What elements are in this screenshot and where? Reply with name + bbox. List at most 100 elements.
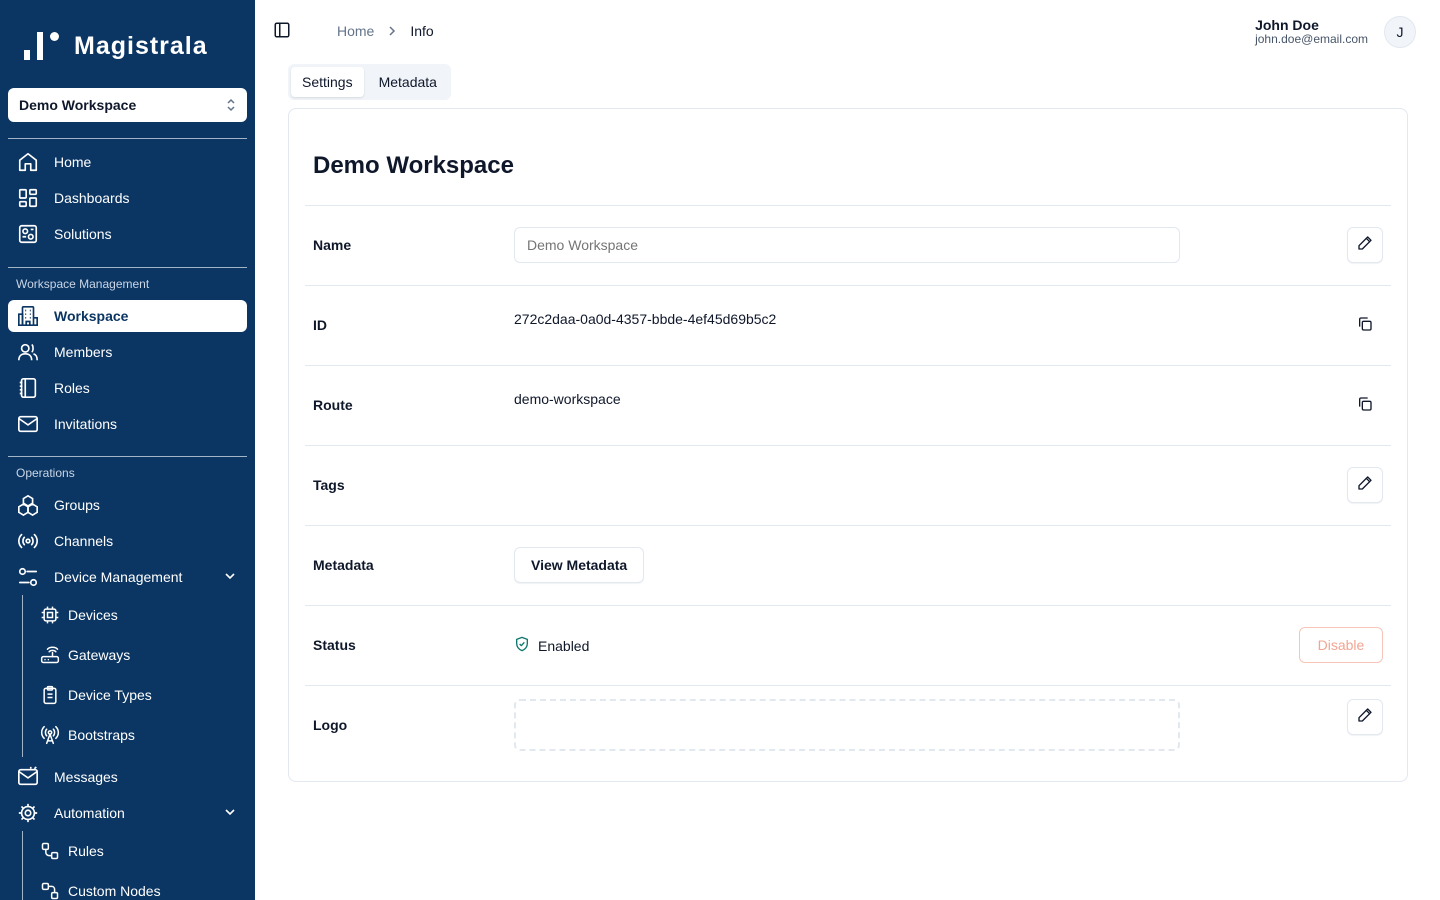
edit-tags-button[interactable]: [1347, 467, 1383, 503]
status-text: Enabled: [538, 637, 590, 654]
sidebar: Magistrala Demo Workspace Home Dashboard…: [0, 0, 255, 900]
disable-button[interactable]: Disable: [1299, 627, 1383, 663]
workflow-icon: [40, 841, 60, 861]
sidebar-item-label: Gateways: [68, 647, 131, 663]
sidebar-item-dashboards[interactable]: Dashboards: [8, 182, 247, 214]
chevrons-up-down-icon: [226, 97, 236, 113]
sidebar-item-members[interactable]: Members: [8, 336, 247, 368]
field-row-name: Name: [305, 205, 1391, 285]
dashboards-icon: [16, 186, 40, 210]
sidebar-item-automation[interactable]: Automation: [8, 797, 247, 829]
sidebar-divider: [8, 456, 247, 457]
status-badge: Enabled: [514, 636, 589, 655]
tab-metadata[interactable]: Metadata: [368, 67, 448, 97]
cog-icon: [16, 801, 40, 825]
sidebar-item-label: Device Types: [68, 687, 152, 703]
avatar[interactable]: J: [1384, 16, 1416, 48]
breadcrumb: Home Info: [337, 23, 434, 39]
sidebar-item-devices[interactable]: Devices: [32, 599, 247, 631]
field-label: ID: [313, 317, 327, 333]
user-name: John Doe: [1255, 17, 1319, 33]
sidebar-item-solutions[interactable]: Solutions: [8, 218, 247, 250]
home-icon: [16, 150, 40, 174]
tree-line: [22, 831, 23, 900]
view-metadata-button[interactable]: View Metadata: [514, 547, 645, 583]
sidebar-item-label: Custom Nodes: [68, 883, 161, 899]
workspace-route-value: demo-workspace: [514, 391, 621, 407]
sidebar-toggle-button[interactable]: [272, 22, 292, 42]
sidebar-item-label: Messages: [54, 769, 118, 785]
field-label: Metadata: [313, 557, 374, 573]
tree-line: [22, 595, 23, 757]
workspace-selector-value: Demo Workspace: [19, 97, 137, 113]
sidebar-item-label: Channels: [54, 533, 114, 549]
sidebar-item-label: Invitations: [54, 416, 118, 432]
app-logo[interactable]: Magistrala: [24, 30, 208, 60]
copy-route-button[interactable]: [1355, 396, 1375, 416]
logo-mark-icon: [24, 30, 62, 60]
chevron-down-icon: [223, 569, 237, 586]
sidebar-item-label: Devices: [68, 607, 118, 623]
channels-icon: [16, 529, 40, 553]
messages-icon: [16, 765, 40, 789]
breadcrumb-home-link[interactable]: Home: [337, 23, 374, 39]
sidebar-item-label: Bootstraps: [68, 727, 135, 743]
workspace-id-value: 272c2daa-0a0d-4357-bbde-4ef45d69b5c2: [514, 311, 777, 327]
sidebar-item-label: Members: [54, 344, 113, 360]
sidebar-item-device-management[interactable]: Device Management: [8, 561, 247, 593]
sidebar-item-bootstraps[interactable]: Bootstraps: [32, 719, 247, 751]
members-icon: [16, 340, 40, 364]
app-name: Magistrala: [74, 32, 208, 60]
field-row-logo: Logo: [305, 685, 1391, 765]
chip-icon: [40, 605, 60, 625]
panel-left-icon: [273, 21, 291, 44]
sidebar-item-invitations[interactable]: Invitations: [8, 408, 247, 440]
copy-icon: [1357, 316, 1373, 337]
sidebar-item-label: Solutions: [54, 226, 112, 242]
name-input[interactable]: [514, 227, 1180, 263]
sidebar-item-workspace[interactable]: Workspace: [8, 300, 247, 332]
solutions-icon: [16, 222, 40, 246]
user-info[interactable]: John Doe john.doe@email.com: [1255, 17, 1368, 46]
sidebar-item-gateways[interactable]: Gateways: [32, 639, 247, 671]
sidebar-item-label: Home: [54, 154, 92, 170]
device-management-icon: [16, 565, 40, 589]
sidebar-item-rules[interactable]: Rules: [32, 835, 247, 867]
roles-icon: [16, 376, 40, 400]
sidebar-item-label: Roles: [54, 380, 90, 396]
sidebar-item-label: Automation: [54, 805, 125, 821]
pencil-icon: [1357, 707, 1373, 728]
tab-settings[interactable]: Settings: [291, 67, 364, 97]
sidebar-item-messages[interactable]: Messages: [8, 761, 247, 793]
field-label: Tags: [313, 477, 345, 493]
sidebar-item-home[interactable]: Home: [8, 146, 247, 178]
sidebar-divider: [8, 138, 247, 139]
field-label: Name: [313, 237, 352, 253]
radio-tower-icon: [40, 725, 60, 745]
sidebar-item-roles[interactable]: Roles: [8, 372, 247, 404]
copy-icon: [1357, 396, 1373, 417]
field-label: Logo: [313, 717, 348, 733]
clipboard-icon: [40, 685, 60, 705]
edit-logo-button[interactable]: [1347, 699, 1383, 735]
groups-icon: [16, 493, 40, 517]
sidebar-item-channels[interactable]: Channels: [8, 525, 247, 557]
router-icon: [40, 645, 60, 665]
sidebar-item-custom-nodes[interactable]: Custom Nodes: [32, 875, 247, 900]
pencil-icon: [1357, 235, 1373, 256]
sidebar-item-device-types[interactable]: Device Types: [32, 679, 247, 711]
field-label: Status: [313, 637, 356, 653]
copy-id-button[interactable]: [1355, 316, 1375, 336]
breadcrumb-current: Info: [410, 23, 434, 39]
pencil-icon: [1357, 475, 1373, 496]
chevron-right-icon: [386, 25, 398, 37]
section-label-workspace-management: Workspace Management: [16, 277, 150, 291]
sidebar-divider: [8, 267, 247, 268]
section-label-operations: Operations: [16, 466, 75, 480]
field-row-route: Route demo-workspace: [305, 365, 1391, 445]
logo-dropzone[interactable]: [514, 699, 1180, 751]
workspace-selector[interactable]: Demo Workspace: [8, 88, 247, 122]
edit-name-button[interactable]: [1347, 227, 1383, 263]
sidebar-item-groups[interactable]: Groups: [8, 489, 247, 521]
sidebar-item-label: Groups: [54, 497, 100, 513]
